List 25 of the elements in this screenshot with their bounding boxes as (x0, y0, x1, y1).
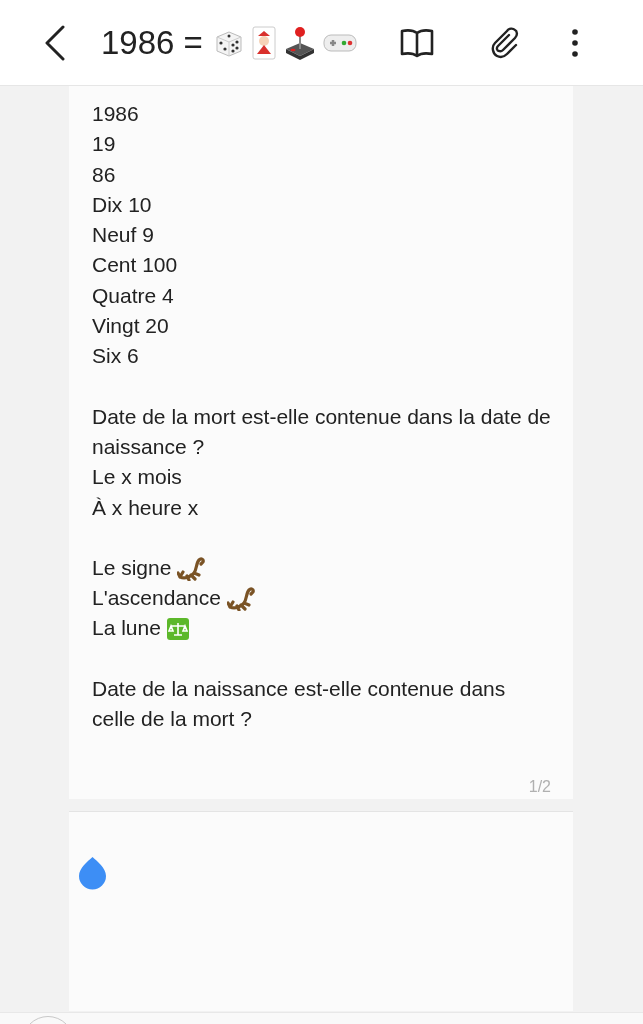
note-text: La lune (92, 615, 161, 642)
note-text: Cent 100 (92, 252, 178, 279)
libra-icon (166, 617, 189, 640)
note-text: Neuf 9 (92, 222, 154, 249)
page-number: 1/2 (528, 777, 551, 797)
gamepad-icon (322, 31, 357, 54)
note-text: Date de la mort est-elle contenue dans la date de naissance ? (92, 403, 552, 460)
note-title: 1986 = (101, 22, 203, 63)
note-text: Le signe (92, 554, 172, 581)
note-text: Date de la naissance est-elle contenue dans celle de la mort ? (92, 675, 507, 733)
note-text: L'ascendance (92, 585, 221, 612)
note-text: 1986 (92, 101, 139, 127)
cursor-handle-icon[interactable] (78, 856, 107, 890)
note-text: 19 (92, 131, 116, 158)
more-options-icon[interactable] (571, 28, 578, 57)
note-text: Vingt 20 (92, 313, 169, 340)
note-text: Le x mois (92, 464, 182, 491)
book-icon[interactable] (399, 27, 434, 58)
note-text: 86 (92, 161, 116, 188)
back-icon[interactable] (44, 24, 66, 61)
note-text: Dix 10 (92, 191, 152, 218)
playing-card-icon (250, 25, 277, 60)
note-text: Quatre 4 (92, 282, 174, 309)
note-text: À x heure x (92, 494, 199, 521)
note-text: Six 6 (92, 343, 139, 370)
